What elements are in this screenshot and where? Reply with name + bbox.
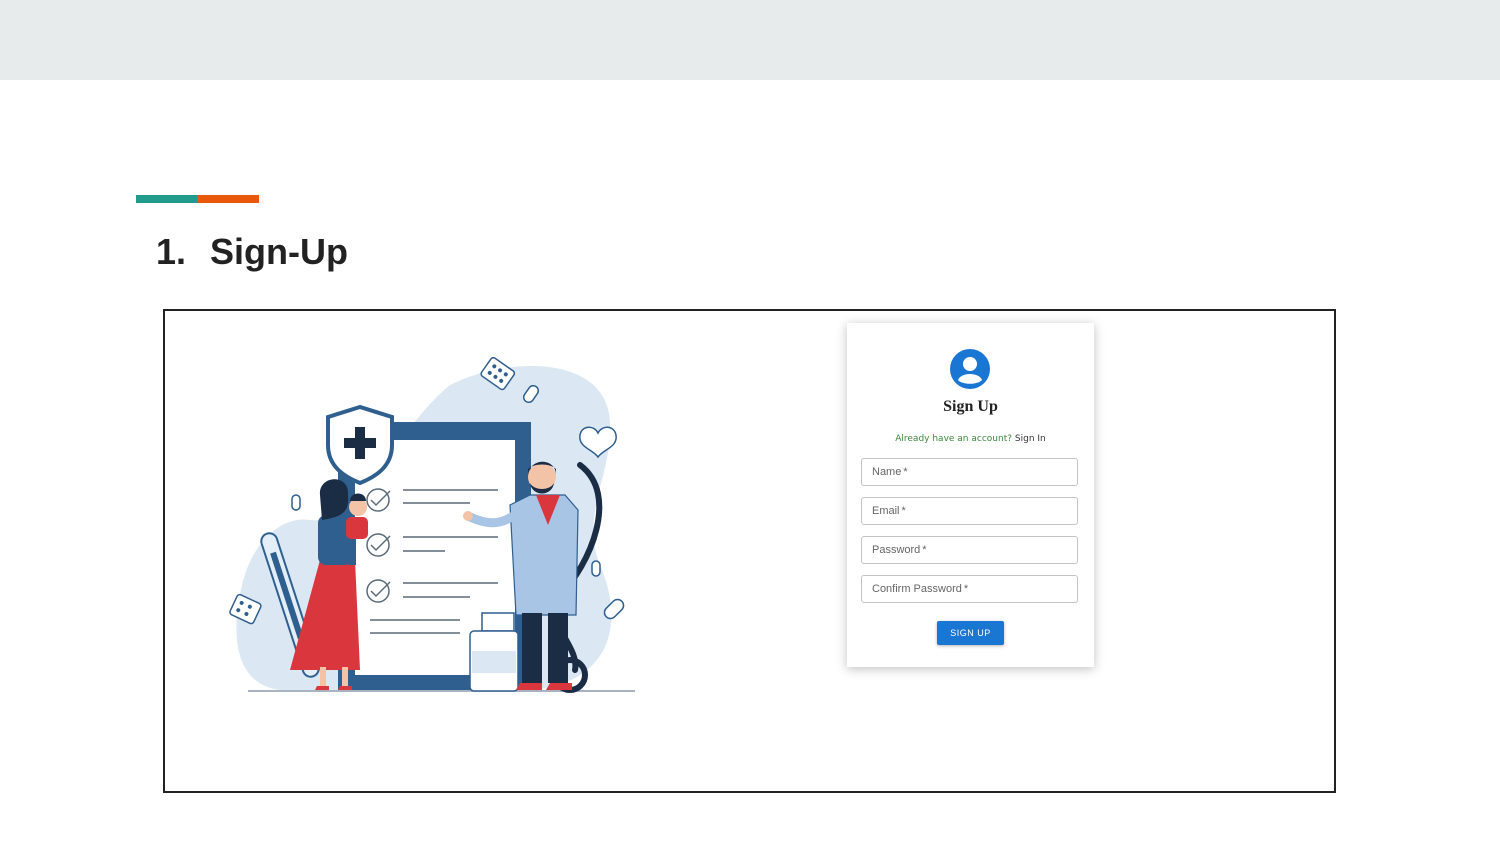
already-have-account-text: Already have an account? [895, 434, 1013, 444]
email-field-label: Email * [872, 505, 906, 517]
sign-in-link[interactable]: Sign In [1015, 434, 1046, 444]
accent-bar [136, 195, 259, 203]
password-field-label: Password * [872, 544, 927, 556]
signup-card: Sign Up Already have an account? Sign In… [847, 323, 1094, 667]
slide-number: 1. [156, 231, 187, 272]
password-field[interactable]: Password * [861, 536, 1078, 564]
confirm-password-field-label: Confirm Password * [872, 583, 969, 595]
top-band [0, 0, 1500, 80]
slide-title: 1. Sign-Up [156, 231, 348, 273]
slide-title-text: Sign-Up [210, 231, 348, 272]
accent-bar-orange [197, 195, 259, 203]
capsule-icon [591, 560, 601, 577]
healthcare-illustration [229, 356, 635, 693]
signup-title: Sign Up [943, 398, 998, 415]
name-field-label: Name * [872, 466, 908, 478]
email-field[interactable]: Email * [861, 497, 1078, 525]
sign-up-button[interactable]: SIGN UP [937, 621, 1004, 645]
accent-bar-teal [136, 195, 197, 203]
already-have-account: Already have an account? Sign In [847, 434, 1094, 444]
capsule-icon [291, 494, 301, 511]
name-field[interactable]: Name * [861, 458, 1078, 486]
account-circle-icon [950, 349, 990, 389]
confirm-password-field[interactable]: Confirm Password * [861, 575, 1078, 603]
